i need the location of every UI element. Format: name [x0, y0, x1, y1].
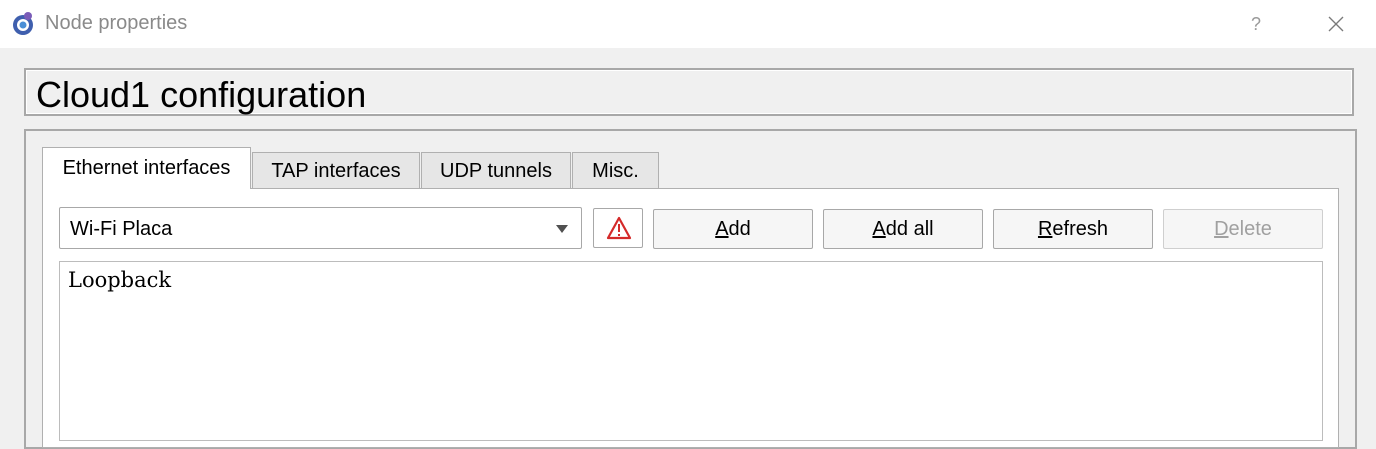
warning-button[interactable] [593, 208, 643, 248]
tab-ethernet-interfaces[interactable]: Ethernet interfaces [42, 147, 251, 189]
refresh-button[interactable]: Refresh [993, 209, 1153, 249]
delete-button: Delete [1163, 209, 1323, 249]
window-title: Node properties [45, 12, 188, 34]
title-bar: Node properties ? [0, 0, 1376, 48]
add-all-button[interactable]: Add all [823, 209, 983, 249]
chevron-down-icon [556, 225, 568, 233]
add-button[interactable]: Add [653, 209, 813, 249]
interface-select[interactable]: Wi-Fi Placa [59, 207, 582, 249]
close-icon [1328, 16, 1344, 32]
list-item[interactable]: Loopback [68, 268, 171, 292]
help-button[interactable]: ? [1236, 6, 1276, 42]
gns3-app-icon [13, 12, 33, 35]
interfaces-list[interactable]: Loopback [59, 261, 1323, 441]
close-button[interactable] [1316, 6, 1356, 42]
interface-select-value: Wi-Fi Placa [70, 218, 173, 240]
tab-misc[interactable]: Misc. [572, 152, 659, 188]
tab-tap-interfaces[interactable]: TAP interfaces [252, 152, 420, 188]
page-title: Cloud1 configuration [36, 74, 367, 115]
config-header-frame: Cloud1 configuration [24, 68, 1354, 116]
tab-udp-tunnels[interactable]: UDP tunnels [421, 152, 571, 188]
warning-triangle-icon [606, 216, 632, 240]
